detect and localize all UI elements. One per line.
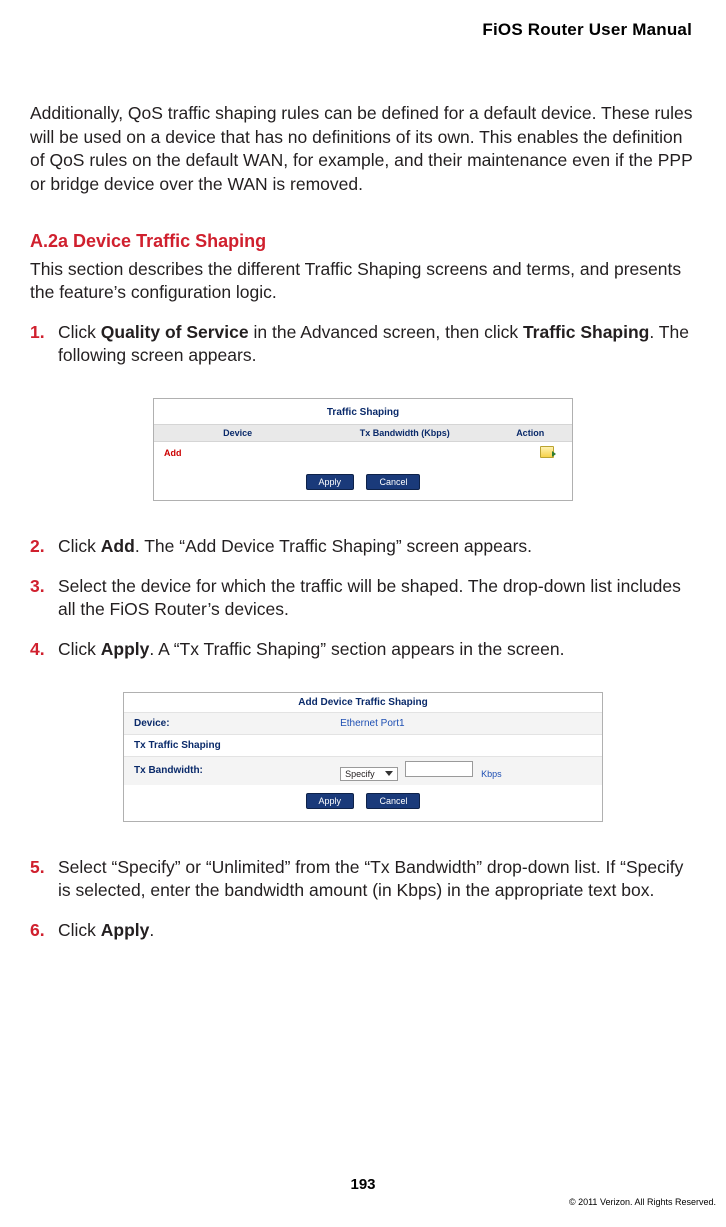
add-action-icon[interactable]	[540, 446, 554, 458]
device-row: Device: Ethernet Port1	[124, 712, 602, 734]
step-text: .	[149, 920, 154, 940]
section-heading: A.2a Device Traffic Shaping	[30, 231, 696, 252]
figure-add-device-traffic-shaping: Add Device Traffic Shaping Device: Ether…	[123, 692, 603, 822]
step-text: . The “Add Device Traffic Shaping” scree…	[135, 536, 532, 556]
chevron-down-icon	[385, 771, 393, 776]
tx-bandwidth-label: Tx Bandwidth:	[134, 765, 340, 776]
col-tx: Tx Bandwidth (Kbps)	[321, 425, 488, 442]
table-row: Add	[154, 442, 572, 465]
step-3: 3. Select the device for which the traff…	[30, 575, 696, 622]
col-action: Action	[488, 425, 572, 442]
button-row: Apply Cancel	[124, 785, 602, 811]
step-text: in the Advanced screen, then click	[249, 322, 523, 342]
cancel-button[interactable]: Cancel	[366, 474, 420, 490]
page-footer: 193 © 2011 Verizon. All Rights Reserved.	[0, 1176, 726, 1207]
figure-title: Traffic Shaping	[154, 405, 572, 424]
tx-section-row: Tx Traffic Shaping	[124, 734, 602, 756]
tx-bandwidth-dropdown[interactable]: Specify	[340, 767, 398, 781]
step-5: 5. Select “Specify” or “Unlimited” from …	[30, 856, 696, 903]
tx-section-label: Tx Traffic Shaping	[134, 740, 592, 751]
device-value: Ethernet Port1	[340, 718, 404, 729]
cancel-button[interactable]: Cancel	[366, 793, 420, 809]
bold-text: Add	[101, 536, 135, 556]
step-text: Click	[58, 322, 101, 342]
section-text: This section describes the different Tra…	[30, 258, 696, 305]
bold-text: Apply	[101, 639, 150, 659]
tx-bandwidth-input[interactable]	[405, 761, 473, 777]
tx-bandwidth-controls: Specify Kbps	[340, 761, 502, 781]
step-1: 1. Click Quality of Service in the Advan…	[30, 321, 696, 368]
step-text: Select the device for which the traffic …	[58, 576, 681, 620]
unit-label: Kbps	[481, 769, 502, 779]
step-text: . A “Tx Traffic Shaping” section appears…	[149, 639, 564, 659]
bold-text: Quality of Service	[101, 322, 249, 342]
step-text: Click	[58, 536, 101, 556]
step-text: Click	[58, 920, 101, 940]
button-row: Apply Cancel	[154, 472, 572, 490]
step-number: 6.	[30, 919, 45, 943]
device-label: Device:	[134, 718, 340, 729]
step-text: Click	[58, 639, 101, 659]
add-link[interactable]: Add	[154, 442, 321, 465]
page-number: 193	[0, 1176, 726, 1193]
step-text: Select “Specify” or “Unlimited” from the…	[58, 857, 683, 901]
traffic-shaping-table: Device Tx Bandwidth (Kbps) Action Add	[154, 424, 572, 464]
step-number: 3.	[30, 575, 45, 599]
dropdown-value: Specify	[345, 769, 375, 779]
apply-button[interactable]: Apply	[306, 793, 355, 809]
figure-title: Add Device Traffic Shaping	[124, 693, 602, 712]
step-number: 4.	[30, 638, 45, 662]
step-2: 2. Click Add. The “Add Device Traffic Sh…	[30, 535, 696, 559]
step-6: 6. Click Apply.	[30, 919, 696, 943]
figure-traffic-shaping: Traffic Shaping Device Tx Bandwidth (Kbp…	[153, 398, 573, 501]
copyright: © 2011 Verizon. All Rights Reserved.	[0, 1197, 726, 1207]
apply-button[interactable]: Apply	[306, 474, 355, 490]
header-title: FiOS Router User Manual	[30, 20, 696, 40]
step-number: 5.	[30, 856, 45, 880]
bold-text: Traffic Shaping	[523, 322, 649, 342]
step-number: 2.	[30, 535, 45, 559]
col-device: Device	[154, 425, 321, 442]
intro-paragraph: Additionally, QoS traffic shaping rules …	[30, 102, 696, 197]
step-number: 1.	[30, 321, 45, 345]
bold-text: Apply	[101, 920, 150, 940]
tx-bandwidth-row: Tx Bandwidth: Specify Kbps	[124, 756, 602, 785]
step-4: 4. Click Apply. A “Tx Traffic Shaping” s…	[30, 638, 696, 662]
